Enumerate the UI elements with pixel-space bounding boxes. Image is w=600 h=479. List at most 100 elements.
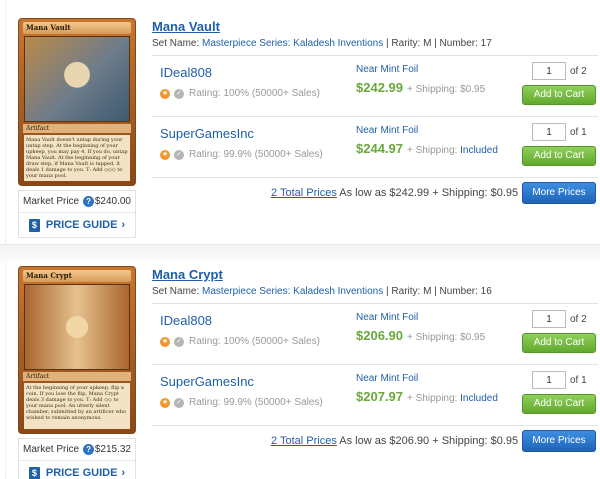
card-rules-text: Mana Vault doesn't untap during your unt… bbox=[24, 135, 130, 181]
condition-link[interactable]: Near Mint Foil bbox=[356, 125, 418, 136]
condition-link[interactable]: Near Mint Foil bbox=[356, 312, 418, 323]
quantity-input[interactable] bbox=[532, 371, 566, 389]
market-price-box: Market Price ? $240.00 $ PRICE GUIDE › bbox=[18, 190, 136, 238]
seller-name-link[interactable]: SuperGamesInc bbox=[160, 126, 254, 141]
market-price-label: Market Price bbox=[23, 196, 80, 207]
add-to-cart-button[interactable]: Add to Cart bbox=[522, 333, 596, 353]
shipping-info: + Shipping: $0.95 bbox=[407, 332, 485, 343]
chevron-right-icon: › bbox=[121, 219, 126, 231]
market-price-box: Market Price ? $215.32 $ PRICE GUIDE › bbox=[18, 438, 136, 479]
rating-text: Rating: 99.9% (50000+ Sales) bbox=[189, 149, 323, 160]
seller-name-link[interactable]: IDeal808 bbox=[160, 65, 212, 80]
quantity-input[interactable] bbox=[532, 62, 566, 80]
more-prices-button[interactable]: More Prices bbox=[522, 430, 596, 452]
shipping-label: + Shipping: bbox=[407, 332, 458, 343]
quantity-input[interactable] bbox=[532, 123, 566, 141]
rating-text: Rating: 100% (50000+ Sales) bbox=[189, 88, 320, 99]
seller-rating: ★ ✓ Rating: 99.9% (50000+ Sales) bbox=[160, 397, 323, 408]
seller-badge-icon: ★ bbox=[160, 149, 170, 160]
help-icon[interactable]: ? bbox=[83, 444, 95, 455]
listing-row: SuperGamesInc ★ ✓ Rating: 99.9% (50000+ … bbox=[152, 364, 598, 425]
lowest-price-text: As low as $206.90 + Shipping: $0.95 bbox=[339, 435, 519, 447]
seller-badge-icon: ★ bbox=[160, 397, 170, 408]
help-icon[interactable]: ? bbox=[83, 196, 95, 207]
more-prices-button[interactable]: More Prices bbox=[522, 182, 596, 204]
quantity-available: of 2 bbox=[570, 66, 587, 77]
shipping-value: $0.95 bbox=[460, 84, 486, 95]
rating-text: Rating: 100% (50000+ Sales) bbox=[189, 336, 320, 347]
card-art bbox=[24, 284, 130, 370]
shipping-info: + Shipping: Included bbox=[407, 145, 498, 156]
card-image[interactable]: Mana Crypt Artifact At the beginning of … bbox=[18, 266, 136, 434]
listing-row: IDeal808 ★ ✓ Rating: 100% (50000+ Sales)… bbox=[152, 303, 598, 364]
price-guide-label: PRICE GUIDE bbox=[45, 467, 118, 479]
card-name-text: Mana Crypt bbox=[23, 270, 131, 282]
shipping-value: $0.95 bbox=[460, 332, 486, 343]
verified-check-icon: ✓ bbox=[174, 336, 184, 347]
listing-price: $206.90 bbox=[356, 328, 403, 343]
seller-badge-icon: ★ bbox=[160, 88, 170, 99]
price-guide-button[interactable]: $ PRICE GUIDE › bbox=[19, 213, 135, 237]
dollar-document-icon: $ bbox=[28, 218, 40, 232]
listing-price: $244.97 bbox=[356, 141, 403, 156]
shipping-info: + Shipping: Included bbox=[407, 393, 498, 404]
total-prices-link[interactable]: 2 Total Prices bbox=[271, 187, 337, 199]
seller-name-link[interactable]: IDeal808 bbox=[160, 313, 212, 328]
price-row: $206.90 + Shipping: $0.95 bbox=[356, 328, 485, 343]
shipping-label: + Shipping: bbox=[407, 145, 458, 156]
price-guide-button[interactable]: $ PRICE GUIDE › bbox=[19, 461, 135, 479]
set-name-link[interactable]: Masterpiece Series: Kaladesh Inventions bbox=[202, 286, 383, 297]
rarity-number: | Rarity: M | Number: 17 bbox=[386, 38, 492, 49]
chevron-right-icon: › bbox=[121, 467, 126, 479]
listing-row: IDeal808 ★ ✓ Rating: 100% (50000+ Sales)… bbox=[152, 55, 598, 116]
add-to-cart-button[interactable]: Add to Cart bbox=[522, 394, 596, 414]
shipping-info: + Shipping: $0.95 bbox=[407, 84, 485, 95]
verified-check-icon: ✓ bbox=[174, 397, 184, 408]
market-price-value: $215.32 bbox=[94, 444, 131, 455]
add-to-cart-button[interactable]: Add to Cart bbox=[522, 85, 596, 105]
price-summary: 2 Total Prices As low as $206.90 + Shipp… bbox=[152, 425, 598, 457]
market-price-row: Market Price ? $240.00 bbox=[19, 191, 135, 213]
condition-link[interactable]: Near Mint Foil bbox=[356, 64, 418, 75]
price-row: $207.97 + Shipping: Included bbox=[356, 389, 498, 404]
rating-text: Rating: 99.9% (50000+ Sales) bbox=[189, 397, 323, 408]
card-type-text: Artifact bbox=[23, 124, 131, 133]
verified-check-icon: ✓ bbox=[174, 149, 184, 160]
summary-text: 2 Total Prices As low as $206.90 + Shipp… bbox=[271, 435, 518, 447]
shipping-value: Included bbox=[460, 393, 498, 404]
dollar-document-icon: $ bbox=[28, 466, 40, 479]
quantity-available: of 1 bbox=[570, 375, 587, 386]
total-prices-link[interactable]: 2 Total Prices bbox=[271, 435, 337, 447]
seller-name-link[interactable]: SuperGamesInc bbox=[160, 374, 254, 389]
seller-rating: ★ ✓ Rating: 100% (50000+ Sales) bbox=[160, 88, 320, 99]
shipping-label: + Shipping: bbox=[407, 84, 458, 95]
set-info: Set Name: Masterpiece Series: Kaladesh I… bbox=[152, 36, 598, 52]
product-right-column: Mana Crypt Set Name: Masterpiece Series:… bbox=[152, 266, 598, 452]
price-row: $242.99 + Shipping: $0.95 bbox=[356, 80, 485, 95]
set-label: Set Name: bbox=[152, 38, 200, 49]
rarity-number: | Rarity: M | Number: 16 bbox=[386, 286, 492, 297]
product-title-link[interactable]: Mana Crypt bbox=[152, 266, 598, 284]
price-row: $244.97 + Shipping: Included bbox=[356, 141, 498, 156]
card-name-text: Mana Vault bbox=[23, 22, 131, 34]
condition-link[interactable]: Near Mint Foil bbox=[356, 373, 418, 384]
verified-check-icon: ✓ bbox=[174, 88, 184, 99]
listing-row: SuperGamesInc ★ ✓ Rating: 99.9% (50000+ … bbox=[152, 116, 598, 177]
add-to-cart-button[interactable]: Add to Cart bbox=[522, 146, 596, 166]
market-price-label: Market Price bbox=[23, 444, 80, 455]
quantity-available: of 2 bbox=[570, 314, 587, 325]
seller-badge-icon: ★ bbox=[160, 336, 170, 347]
price-summary: 2 Total Prices As low as $242.99 + Shipp… bbox=[152, 177, 598, 209]
product-left-column: Mana Vault Artifact Mana Vault doesn't u… bbox=[18, 18, 138, 238]
product-row-mana-vault: Mana Vault Artifact Mana Vault doesn't u… bbox=[0, 0, 600, 250]
set-name-link[interactable]: Masterpiece Series: Kaladesh Inventions bbox=[202, 38, 383, 49]
seller-rating: ★ ✓ Rating: 99.9% (50000+ Sales) bbox=[160, 149, 323, 160]
card-type-text: Artifact bbox=[23, 372, 131, 381]
market-price-row: Market Price ? $215.32 bbox=[19, 439, 135, 461]
product-row-mana-crypt: Mana Crypt Artifact At the beginning of … bbox=[0, 264, 600, 479]
card-image[interactable]: Mana Vault Artifact Mana Vault doesn't u… bbox=[18, 18, 136, 186]
lowest-price-text: As low as $242.99 + Shipping: $0.95 bbox=[339, 187, 519, 199]
price-guide-label: PRICE GUIDE bbox=[45, 219, 118, 231]
product-title-link[interactable]: Mana Vault bbox=[152, 18, 598, 36]
quantity-input[interactable] bbox=[532, 310, 566, 328]
